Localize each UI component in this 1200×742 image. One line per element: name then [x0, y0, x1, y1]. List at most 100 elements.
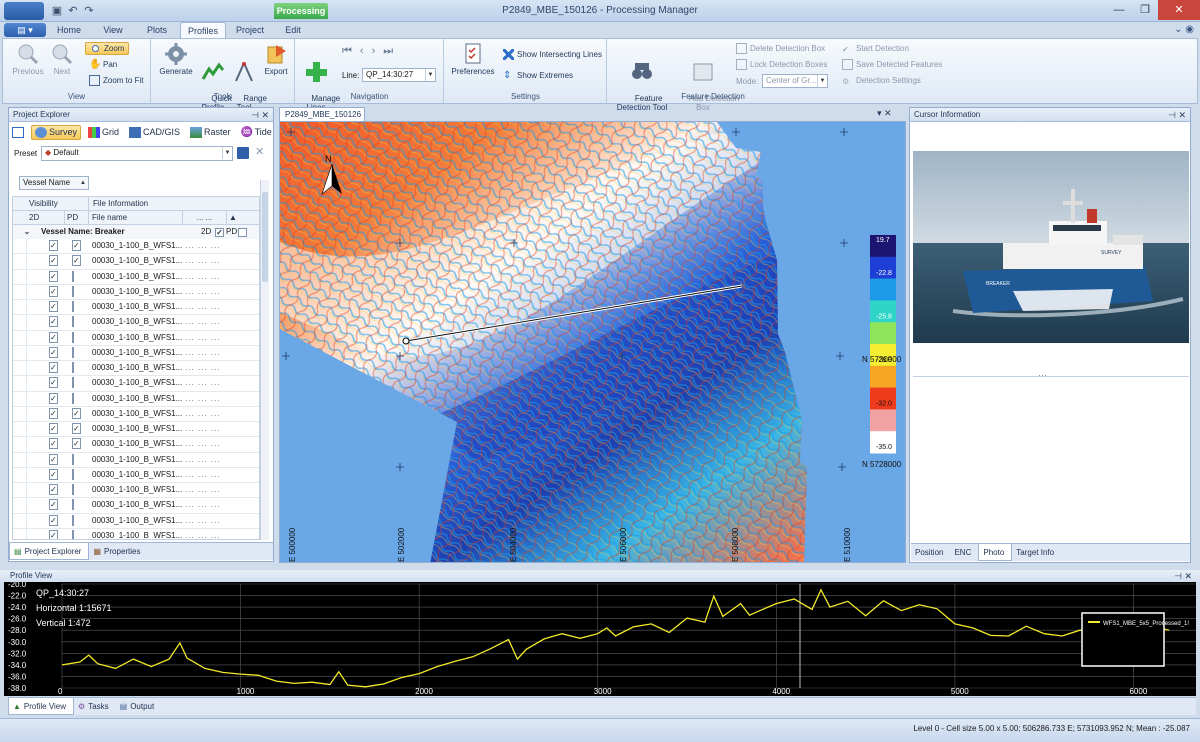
tab-target-info[interactable]: Target Info — [1012, 544, 1061, 561]
row-selector[interactable] — [13, 361, 27, 376]
show-extremes-button[interactable]: ⇕ Show Extremes — [503, 69, 573, 82]
profile-chart[interactable]: -20.0 -22.0 -24.0 -26.0 -28.0 -30.0 -32.0 -34.0… — [4, 580, 1196, 696]
row-pd-checkbox[interactable] — [72, 377, 74, 389]
last-line-icon[interactable]: ⏭ — [383, 45, 401, 57]
pin-close-icon[interactable]: ⊣ ✕ — [251, 108, 269, 122]
table-row[interactable]: 00030_1-100_B_WFS1...... ... ... — [13, 528, 259, 539]
tab-output[interactable]: ▤ Output — [116, 698, 162, 715]
table-row[interactable]: 00030_1-100_B_WFS1...... ... ... — [13, 284, 259, 300]
row-selector[interactable] — [13, 437, 27, 452]
lock-detection-boxes-button[interactable]: Lock Detection Boxes — [736, 58, 827, 71]
map-tab[interactable]: P2849_MBE_150126 — [279, 107, 365, 122]
export-button[interactable]: Export — [260, 43, 292, 76]
row-2d-checkbox[interactable] — [49, 407, 58, 419]
row-pd-checkbox[interactable] — [72, 423, 81, 434]
line-select[interactable]: QP_14:30:27 ▼ — [362, 68, 436, 82]
tab-photo[interactable]: Photo — [978, 544, 1013, 561]
sort-icon[interactable]: ▲ — [227, 211, 239, 224]
row-selector[interactable] — [13, 391, 27, 406]
table-row[interactable]: 00030_1-100_B_WFS1...... ... ... — [13, 406, 259, 422]
show-intersecting-lines-button[interactable]: Show Intersecting Lines — [503, 48, 602, 61]
row-2d-checkbox[interactable] — [49, 484, 58, 495]
maximize-button[interactable]: ❐ — [1132, 0, 1158, 20]
mode-select[interactable]: Center of Gr... ▼ — [762, 74, 828, 88]
row-2d-checkbox[interactable] — [49, 331, 58, 343]
row-2d-checkbox[interactable] — [49, 362, 58, 373]
row-selector[interactable] — [13, 330, 27, 345]
row-selector[interactable] — [13, 528, 27, 539]
pin-close-icon[interactable]: ⊣ ✕ — [1174, 570, 1192, 582]
col-2d-header[interactable]: 2D — [27, 211, 65, 224]
group-by-chip[interactable]: Vessel Name ▲ — [19, 176, 89, 190]
row-selector[interactable] — [13, 483, 27, 498]
detection-settings-button[interactable]: ⚙ Detection Settings — [842, 74, 921, 87]
pin-close-icon[interactable]: ⊣ ✕ — [1168, 108, 1186, 122]
row-selector[interactable] — [13, 376, 27, 391]
row-pd-checkbox[interactable] — [72, 301, 74, 312]
save-detected-features-button[interactable]: Save Detected Features — [842, 58, 942, 71]
table-row[interactable]: 00030_1-100_B_WFS1...... ... ... — [13, 300, 259, 316]
tab-position[interactable]: Position — [911, 544, 950, 561]
row-pd-checkbox[interactable] — [72, 331, 74, 343]
row-selector[interactable] — [13, 467, 27, 482]
map-tab-controls[interactable]: ▾ ✕ — [877, 108, 892, 119]
row-pd-checkbox[interactable] — [72, 270, 74, 282]
col-more-header[interactable]: ... ... — [183, 211, 227, 224]
pan-button[interactable]: ✋ Pan — [89, 58, 117, 71]
row-selector[interactable] — [13, 239, 27, 254]
minimize-button[interactable]: — — [1106, 0, 1132, 20]
row-pd-checkbox[interactable] — [72, 285, 74, 297]
row-2d-checkbox[interactable] — [49, 392, 58, 404]
tab-project[interactable]: Project — [230, 22, 270, 38]
table-row[interactable]: 00030_1-100_B_WFS1...... ... ... — [13, 315, 259, 331]
bathymetry-map[interactable]: N 19.7-22.8-25.8-28.9-32.0-35.0 N 573000… — [280, 122, 906, 563]
collapse-icon[interactable]: ⌄ — [13, 225, 41, 239]
help-icon[interactable]: ⌄ ◉ — [1174, 24, 1194, 35]
col-file-name-header[interactable]: File name — [89, 211, 183, 224]
table-row[interactable]: 00030_1-100_B_WFS1...... ... ... — [13, 391, 259, 407]
row-pd-checkbox[interactable] — [72, 392, 74, 404]
grid-button[interactable]: Grid — [85, 125, 122, 140]
row-selector[interactable] — [13, 452, 27, 467]
col-pd-header[interactable]: PD — [65, 211, 89, 224]
tab-view[interactable]: View — [98, 22, 128, 38]
row-2d-checkbox[interactable] — [49, 423, 58, 434]
tide-button[interactable]: ♒ Tide — [238, 125, 275, 140]
table-row[interactable]: 00030_1-100_B_WFS1...... ... ... — [13, 376, 259, 392]
table-row[interactable]: 00030_1-100_B_WFS1...... ... ... — [13, 269, 259, 285]
row-2d-checkbox[interactable] — [49, 301, 58, 312]
first-line-icon[interactable]: ⏮ — [342, 45, 360, 57]
table-row[interactable]: 00030_1-100_B_WFS1...... ... ... — [13, 437, 259, 453]
prev-line-icon[interactable]: ‹ — [360, 45, 372, 57]
scrollbar-thumb[interactable] — [262, 192, 268, 282]
row-pd-checkbox[interactable] — [72, 484, 74, 495]
row-pd-checkbox[interactable] — [72, 346, 74, 358]
row-selector[interactable] — [13, 315, 27, 330]
row-pd-checkbox[interactable] — [72, 438, 81, 450]
row-selector[interactable] — [13, 513, 27, 528]
table-row[interactable]: 00030_1-100_B_WFS1...... ... ... — [13, 452, 259, 468]
row-2d-checkbox[interactable] — [49, 270, 58, 282]
row-2d-checkbox[interactable] — [49, 514, 58, 526]
generate-button[interactable]: Generate — [156, 43, 196, 76]
row-2d-checkbox[interactable] — [49, 529, 58, 539]
close-button[interactable]: ✕ — [1158, 0, 1200, 20]
row-2d-checkbox[interactable] — [49, 346, 58, 358]
layout-toggle-button[interactable] — [9, 125, 27, 140]
raster-button[interactable]: Raster — [187, 125, 234, 140]
file-menu-button[interactable]: ▤ ▾ — [4, 23, 46, 37]
row-2d-checkbox[interactable] — [49, 438, 58, 450]
splitter-handle[interactable]: ⋯ — [1038, 370, 1047, 381]
row-pd-checkbox[interactable] — [72, 468, 74, 480]
map-view[interactable]: N 19.7 -22.8 -25.8 -28.9 -32.0 -35.0 N 573000… — [279, 121, 906, 563]
row-2d-checkbox[interactable] — [49, 499, 58, 511]
row-pd-checkbox[interactable] — [72, 362, 74, 373]
group-pd-checkbox[interactable] — [238, 228, 247, 237]
tab-profile-view[interactable]: ▲ Profile View — [8, 698, 75, 715]
tab-plots[interactable]: Plots — [140, 22, 174, 38]
row-selector[interactable] — [13, 300, 27, 315]
table-row[interactable]: 00030_1-100_B_WFS1...... ... ... — [13, 422, 259, 438]
row-selector[interactable] — [13, 498, 27, 513]
preferences-button[interactable]: Preferences — [449, 43, 497, 76]
profile-chart-svg[interactable]: -20.0 -22.0 -24.0 -26.0 -28.0 -30.0 -32.0 -34.0… — [4, 580, 1196, 696]
